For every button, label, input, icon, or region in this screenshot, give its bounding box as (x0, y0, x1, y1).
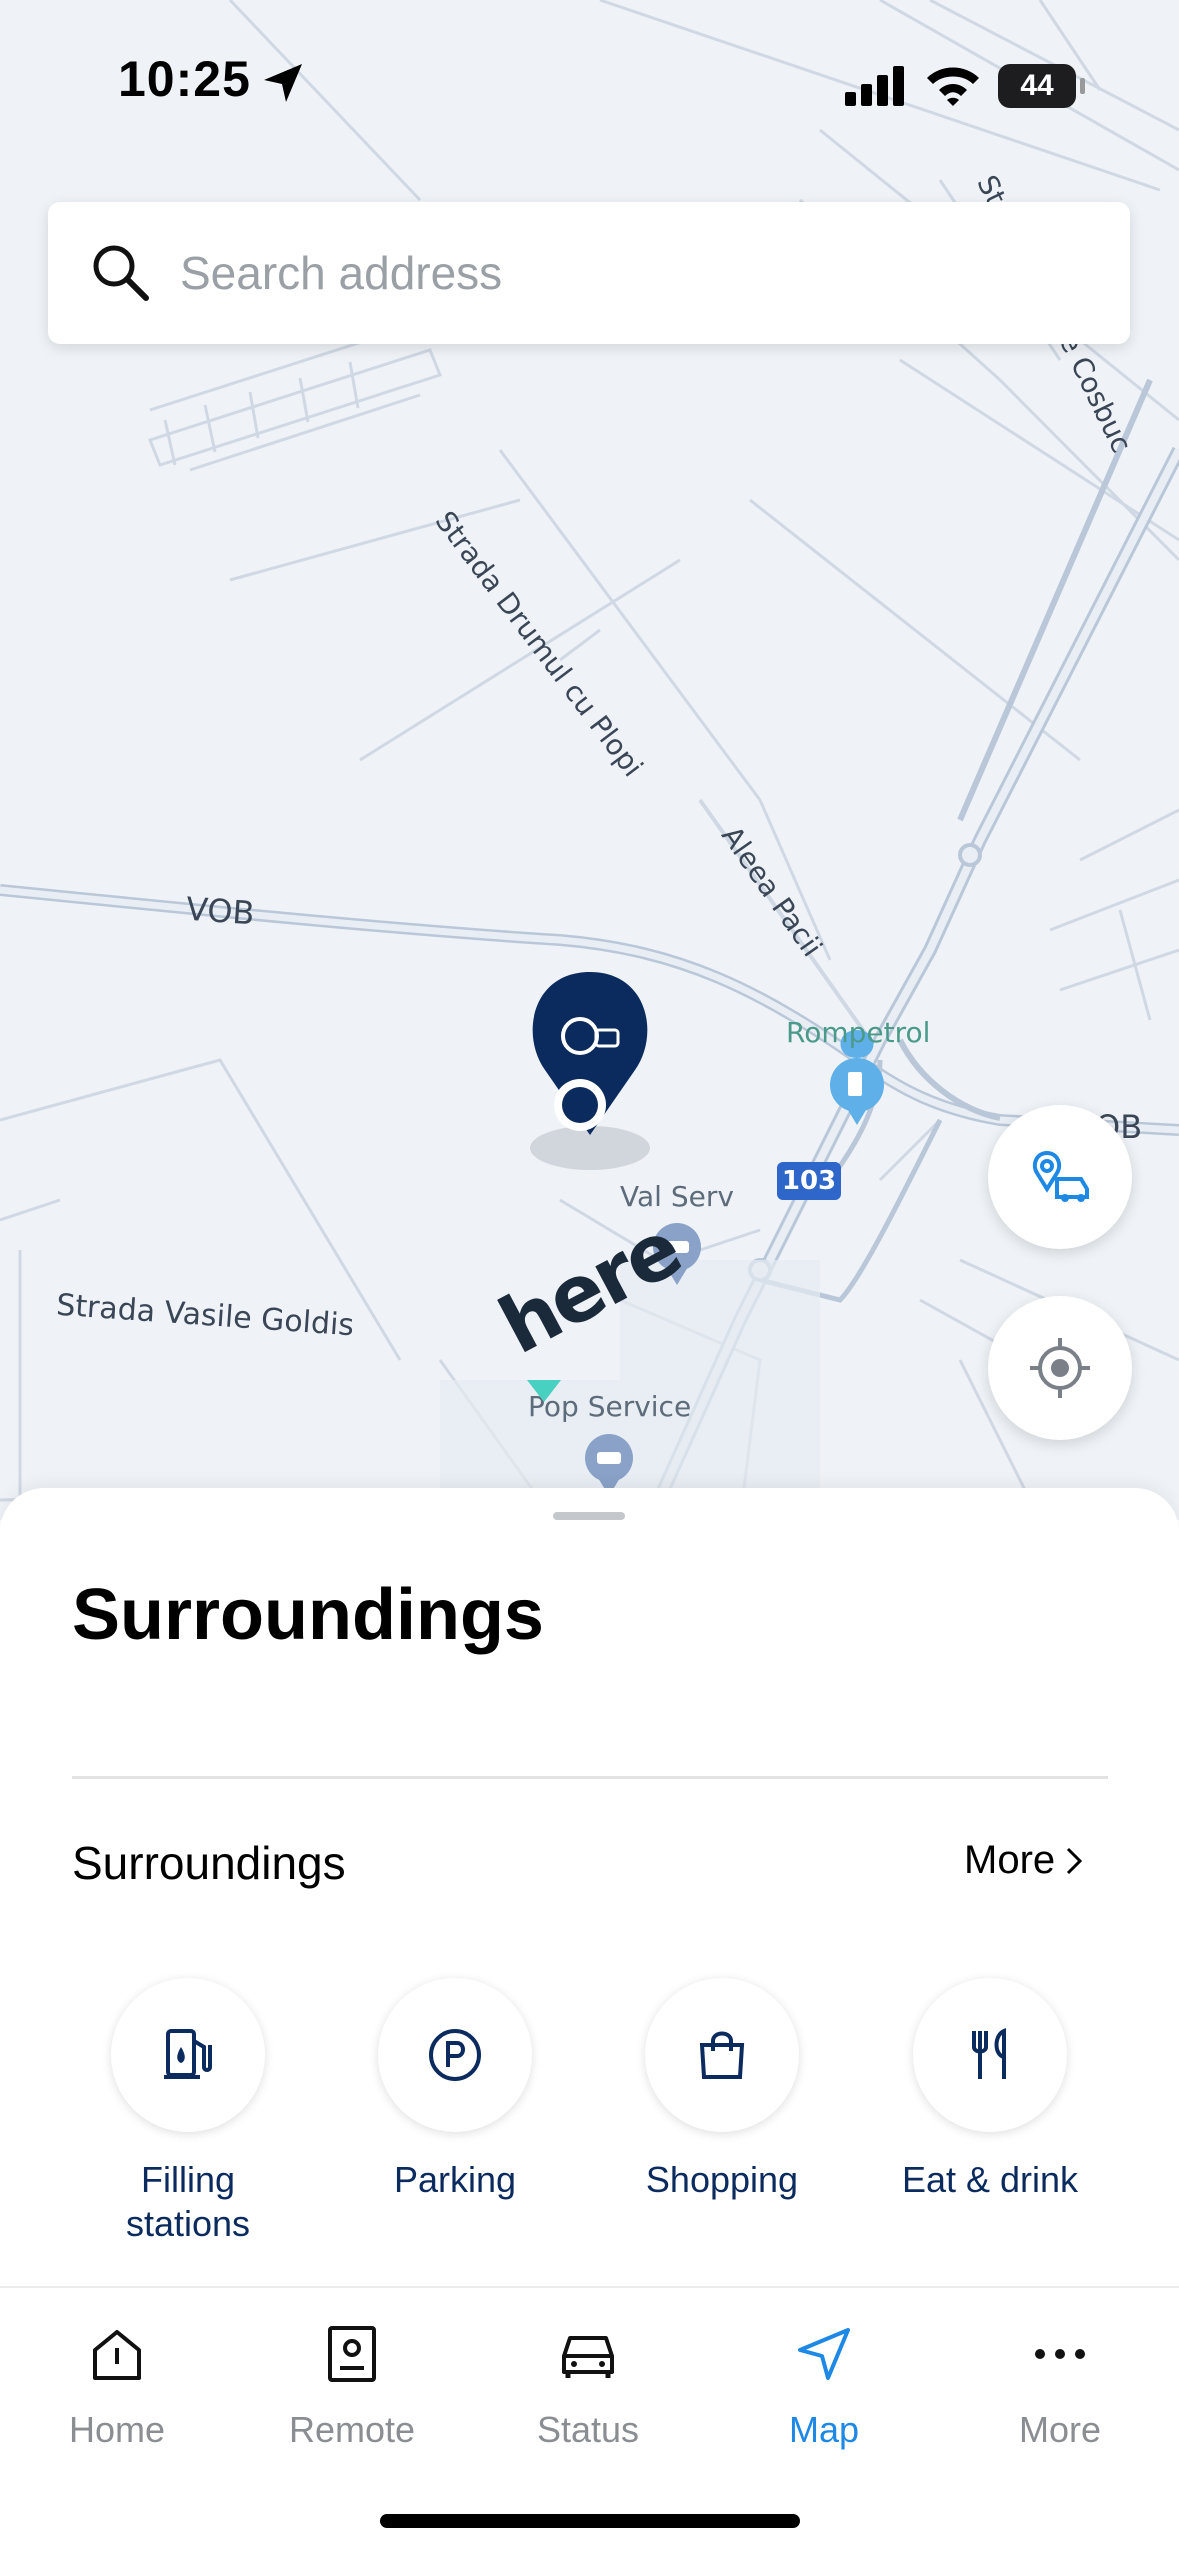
category-shopping[interactable]: Shopping (612, 1978, 832, 2202)
car-icon (562, 2336, 614, 2378)
category-icon-circle (378, 1978, 532, 2132)
category-label: Eat & drink (901, 2159, 1079, 2200)
category-icon-circle (111, 1978, 265, 2132)
vehicle-location-pin[interactable] (532, 972, 648, 1135)
tab-remote[interactable]: Remote (252, 2324, 452, 2451)
status-time: 10:25 (118, 51, 251, 107)
battery-cap (1080, 78, 1085, 94)
search-input[interactable] (178, 232, 1082, 314)
category-parking[interactable]: Parking (345, 1978, 565, 2202)
category-icon-circle (913, 1978, 1067, 2132)
battery-indicator: 44 (998, 64, 1076, 108)
tab-label: Home (68, 2409, 166, 2450)
search-bar[interactable] (48, 202, 1130, 344)
sheet-drag-handle[interactable] (553, 1512, 625, 1520)
shopping-bag-icon (699, 2031, 745, 2079)
navigation-arrow-icon (798, 2328, 850, 2380)
home-indicator[interactable] (380, 2514, 800, 2528)
location-services-icon (264, 64, 302, 102)
category-icon-circle (645, 1978, 799, 2132)
vehicle-pin-icon (1032, 1150, 1089, 1202)
section-title: Surroundings (72, 1837, 346, 1889)
tab-map[interactable]: Map (724, 2324, 924, 2451)
search-icon (93, 245, 149, 301)
divider (72, 1776, 1108, 1779)
my-location-button[interactable] (988, 1296, 1132, 1440)
tab-label: Map (788, 2409, 860, 2450)
remote-icon (328, 2326, 376, 2382)
more-link[interactable]: More (964, 1838, 1083, 1883)
tab-label: Status (536, 2409, 640, 2450)
category-eat-drink[interactable]: Eat & drink (880, 1978, 1100, 2202)
vehicle-location-button[interactable] (988, 1105, 1132, 1249)
category-label: Filling stations (125, 2159, 251, 2244)
category-label: Shopping (645, 2159, 799, 2200)
home-icon (93, 2330, 141, 2380)
chevron-right-icon (1067, 1847, 1083, 1874)
crosshair-icon (1030, 1338, 1090, 1398)
app-screen: Strada Drumul cu Plopi Aleea Pacii VOB S… (0, 0, 1179, 2556)
sheet-title: Surroundings (72, 1575, 544, 1655)
tab-more[interactable]: More (960, 2324, 1160, 2451)
poi-label-rompetrol: Rompetrol (786, 1016, 931, 1049)
road-label-vob: VOB (184, 889, 256, 933)
tab-label: More (1018, 2409, 1102, 2450)
wifi-icon (927, 67, 979, 106)
tab-status[interactable]: Status (488, 2324, 688, 2451)
category-label: Parking (393, 2159, 517, 2200)
tab-home[interactable]: Home (17, 2324, 217, 2451)
poi-label-val-serv: Val Serv (620, 1180, 734, 1213)
tab-label: Remote (288, 2409, 416, 2450)
more-dots-icon (1035, 2349, 1085, 2359)
parking-icon (429, 2029, 481, 2081)
status-bar: 10:25 44 (0, 0, 1179, 170)
category-filling-stations[interactable]: Filling stations (78, 1978, 298, 2246)
here-logo-accent (527, 1380, 561, 1402)
route-103-shield: 103 (777, 1162, 841, 1200)
cellular-signal-icon (845, 66, 904, 106)
more-link-label: More (964, 1838, 1056, 1882)
fork-knife-icon (972, 2028, 1006, 2079)
fuel-pump-icon (164, 2029, 212, 2079)
